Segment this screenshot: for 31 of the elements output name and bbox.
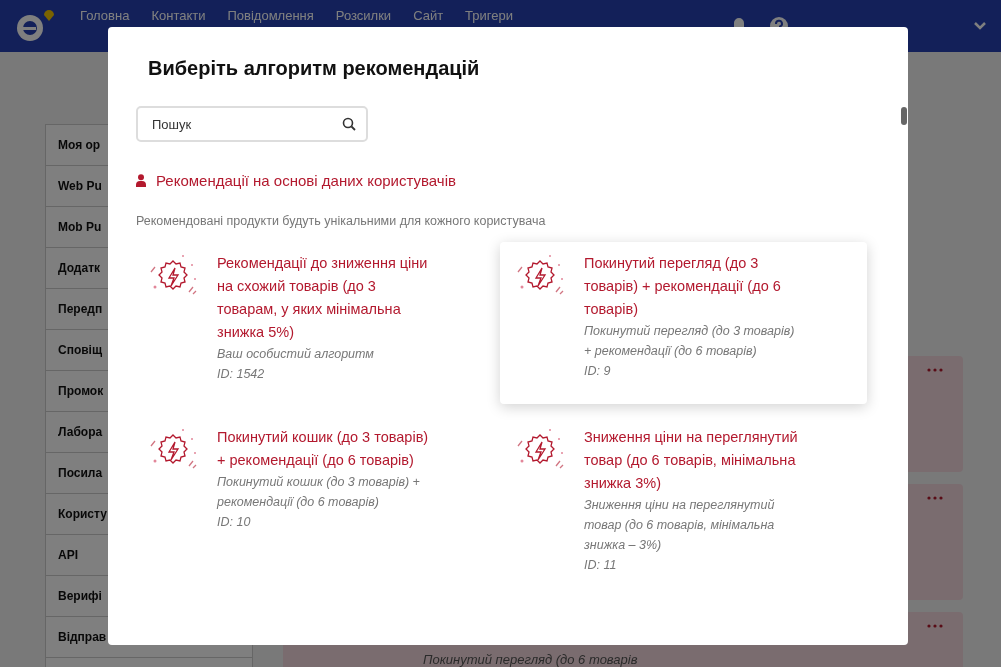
algorithm-card[interactable]: Покинутий перегляд (до 3 товарів) + рекомендації (до 6 товарів) Покинутий перегляд (до 3 товарів) + рекомендації (до 6 товарів) ID: 9 [500,242,867,404]
nav-link[interactable]: Повідомлення [227,7,314,23]
nav-link[interactable]: Розсилки [335,7,392,23]
search-icon [342,117,356,131]
algorithm-id: ID: 11 [584,557,618,574]
modal-title: Виберіть алгоритм рекомендацій [148,57,481,80]
more-icon[interactable] [927,624,943,628]
nav-link[interactable]: Тригери [465,7,513,23]
nav-link[interactable]: Сайт [413,7,444,23]
algorithm-title[interactable]: Покинутий кошик (до 3 товарів) + рекомендації (до 6 товарів) [217,426,435,472]
chevron-down-icon[interactable] [973,21,987,31]
algorithm-description: Зниження ціни на переглянутий товар (до 6 товарів, мінімальна знижка – 3%) [584,497,776,554]
nav-link[interactable]: Контакти [151,7,206,23]
algorithm-title[interactable]: Рекомендації до зниження ціни на схожий товарів (до 3 товарам, у яких мінімальна знижка 5%) [217,252,435,344]
algorithm-id: ID: 9 [584,363,612,380]
algorithm-id: ID: 10 [217,514,252,531]
algorithm-id: ID: 1542 [217,366,266,383]
algorithm-title[interactable]: Покинутий перегляд (до 3 товарів) + рекомендації (до 6 товарів) [584,252,802,321]
card-text: Покинутий перегляд (до 6 товарів [423,652,639,667]
algorithm-description: Ваш особистий алгоритм [217,346,375,363]
more-icon[interactable] [927,368,943,372]
algorithm-title[interactable]: Зниження ціни на переглянутий товар (до 6 товарів, мінімальна знижка 3%) [584,426,802,495]
section-heading: Рекомендації на основі даних користувачів [156,172,456,189]
nav-link[interactable]: Головна [80,7,130,23]
scrollbar-thumb[interactable] [901,107,907,125]
algorithm-description: Покинутий кошик (до 3 товарів) + рекомендації (до 6 товарів) [217,474,421,511]
more-icon[interactable] [927,496,943,500]
section-description: Рекомендовані продукти будуть унікальними для кожного користувача [136,214,547,228]
algorithm-description: Покинутий перегляд (до 3 товарів) + рекомендації (до 6 товарів) [584,323,796,360]
search-field[interactable]: Пошук [136,106,368,142]
user-icon [136,174,146,187]
